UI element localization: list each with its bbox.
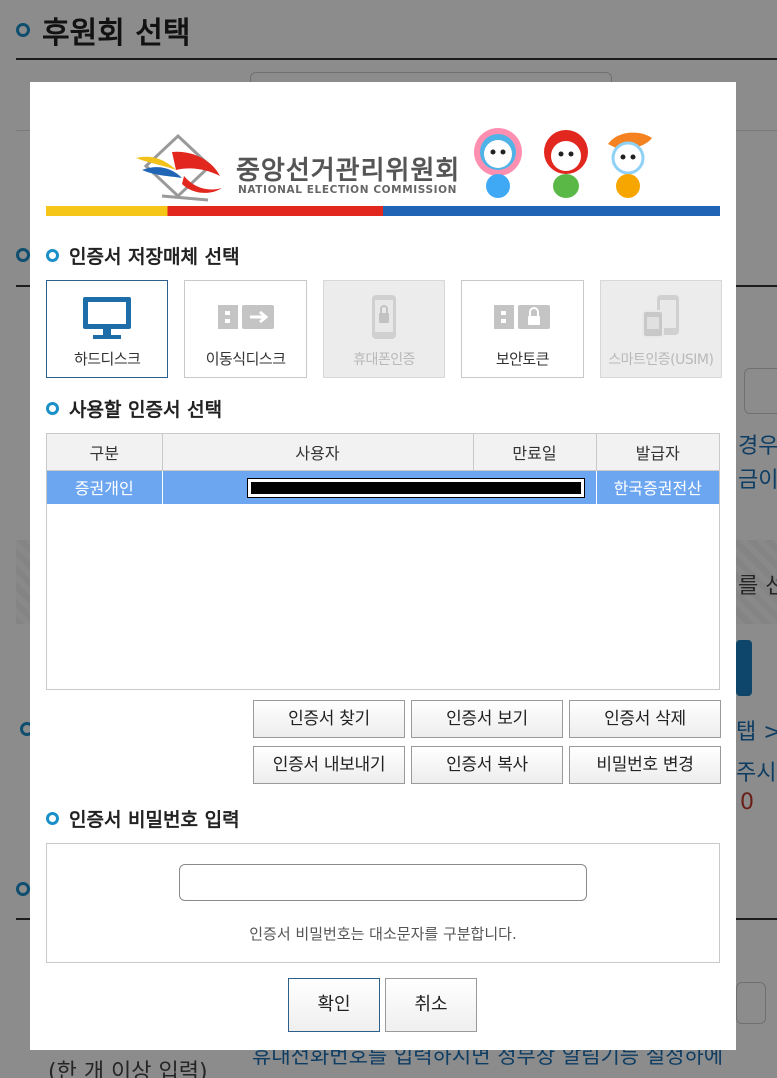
media-label: 스마트인증(USIM) — [608, 352, 714, 368]
monitor-icon — [83, 297, 132, 339]
column-header[interactable]: 구분 — [47, 434, 163, 471]
storage-section-title-text: 인증서 저장매체 선택 — [69, 246, 240, 268]
cert-type-cell: 증권개인 — [47, 470, 163, 504]
security-token-icon — [494, 305, 551, 329]
column-header[interactable]: 사용자 — [162, 434, 474, 471]
password-note: 인증서 비밀번호는 대소문자를 구분합니다. — [249, 925, 517, 943]
nec-korean-name: 중앙선거관리위원회 — [236, 156, 461, 186]
media-phone-auth[interactable]: 휴대폰인증 — [322, 280, 446, 378]
cert-user-cell — [162, 470, 597, 504]
table-row[interactable]: 증권개인 한국증권전산 — [47, 470, 719, 504]
smart-usim-icon — [641, 295, 679, 338]
storage-media-list: 하드디스크 이동식디스크 휴대폰인증 보안토큰 스마트인증(USIM) — [46, 280, 723, 378]
column-header[interactable]: 만료일 — [473, 434, 597, 471]
password-section-title: 인증서 비밀번호 입력 — [46, 805, 240, 832]
delete-cert-button[interactable]: 인증서 삭제 — [569, 700, 721, 738]
view-cert-button[interactable]: 인증서 보기 — [411, 700, 563, 738]
usb-drive-icon — [217, 305, 274, 329]
media-hard-disk[interactable]: 하드디스크 — [46, 280, 169, 378]
table-header-row: 구분 사용자 만료일 발급자 — [47, 434, 719, 471]
mascots-icon — [474, 128, 652, 198]
nec-english-name: NATIONAL ELECTION COMMISSION — [238, 184, 458, 196]
find-cert-button[interactable]: 인증서 찾기 — [253, 700, 405, 738]
media-smart-usim[interactable]: 스마트인증(USIM) — [599, 280, 723, 378]
cancel-button[interactable]: 취소 — [385, 978, 477, 1032]
storage-section-title: 인증서 저장매체 선택 — [46, 242, 240, 269]
media-removable-disk[interactable]: 이동식디스크 — [184, 280, 307, 378]
bullet-icon — [46, 812, 59, 825]
media-label: 이동식디스크 — [205, 350, 286, 368]
password-input[interactable] — [179, 864, 587, 901]
media-label: 휴대폰인증 — [353, 352, 415, 368]
phone-lock-icon — [372, 295, 397, 339]
logo-color-stripe — [46, 206, 720, 216]
password-panel: 인증서 비밀번호는 대소문자를 구분합니다. — [46, 843, 720, 963]
bullet-icon — [46, 402, 59, 415]
cert-section-title-text: 사용할 인증서 선택 — [69, 399, 223, 421]
redacted-user-name — [246, 478, 585, 498]
copy-cert-button[interactable]: 인증서 복사 — [411, 746, 563, 784]
export-cert-button[interactable]: 인증서 내보내기 — [253, 746, 405, 784]
media-label: 하드디스크 — [73, 350, 141, 368]
cert-issuer-cell: 한국증권전산 — [596, 470, 719, 504]
nec-logo-banner: 중앙선거관리위원회 NATIONAL ELECTION COMMISSION — [46, 122, 720, 218]
cert-section-title: 사용할 인증서 선택 — [46, 395, 222, 422]
change-password-button[interactable]: 비밀번호 변경 — [569, 746, 721, 784]
confirm-button[interactable]: 확인 — [288, 978, 380, 1032]
password-section-title-text: 인증서 비밀번호 입력 — [69, 809, 240, 831]
media-security-token[interactable]: 보안토큰 — [461, 280, 584, 378]
media-label: 보안토큰 — [495, 350, 550, 368]
certificate-actions: 인증서 찾기 인증서 보기 인증서 삭제 인증서 내보내기 인증서 복사 비밀번… — [253, 700, 721, 784]
bullet-icon — [46, 249, 59, 262]
column-header[interactable]: 발급자 — [596, 434, 719, 471]
certificate-table: 구분 사용자 만료일 발급자 증권개인 한국증권전산 — [46, 433, 720, 690]
certificate-dialog: 중앙선거관리위원회 NATIONAL ELECTION COMMISSION 인… — [30, 82, 736, 1050]
nec-emblem-icon — [136, 133, 222, 202]
